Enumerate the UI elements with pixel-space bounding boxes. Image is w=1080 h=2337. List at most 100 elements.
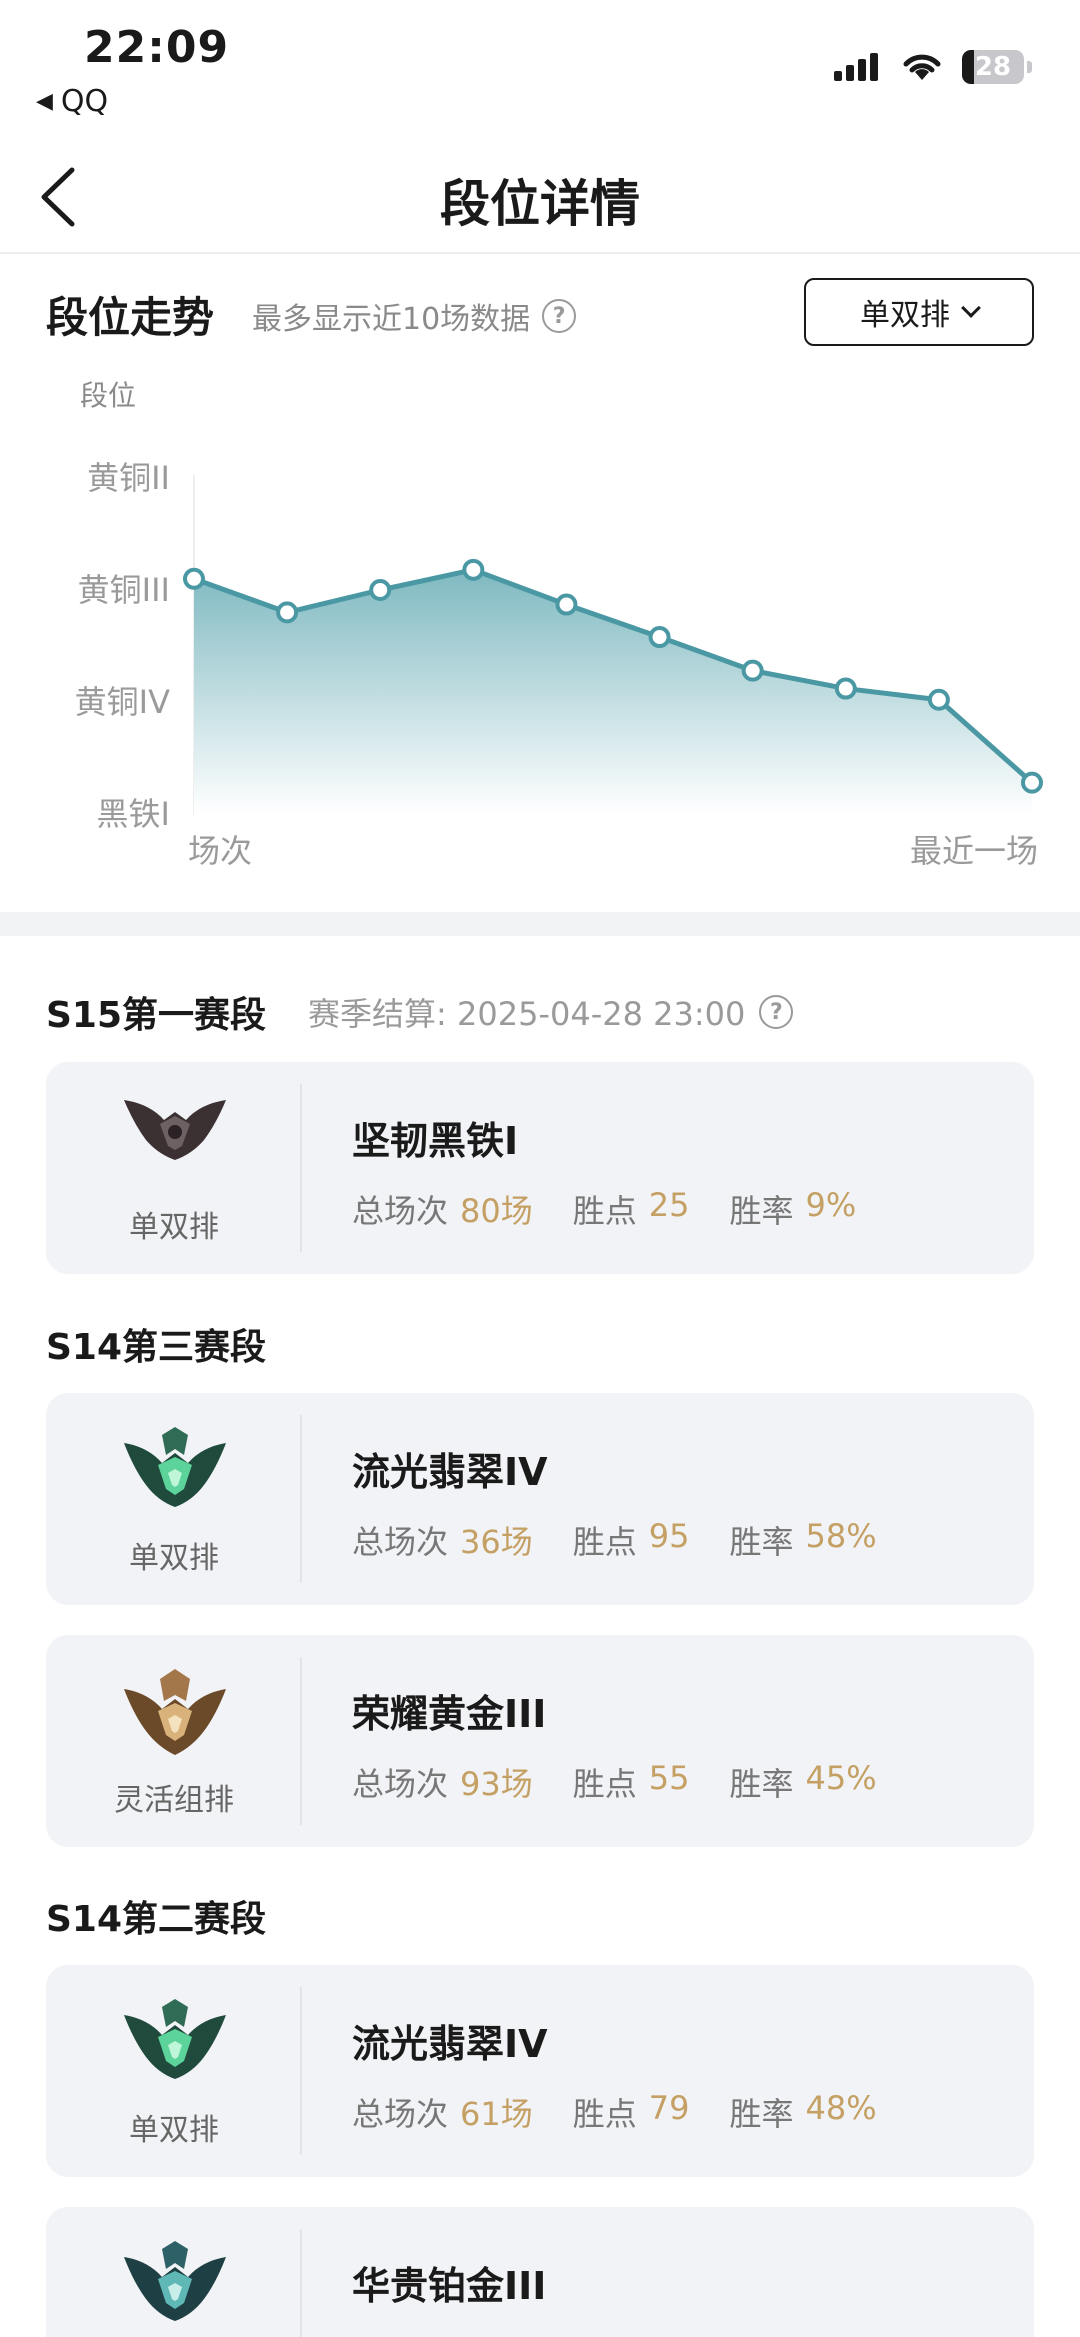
lp-value: 55 bbox=[648, 1759, 690, 1797]
queue-label: 单双排 bbox=[129, 1210, 219, 1245]
card-divider bbox=[300, 1415, 302, 1583]
season-settlement-text: 赛季结算: 2025-04-28 23:00 bbox=[308, 995, 746, 1033]
winrate-value: 9% bbox=[805, 1186, 857, 1224]
lp-label: 胜点 bbox=[572, 2095, 637, 2133]
section-divider bbox=[0, 912, 1080, 936]
card-divider bbox=[300, 2229, 302, 2337]
iron-emblem-icon bbox=[124, 1100, 226, 1160]
rank-card[interactable]: 华贵铂金III bbox=[46, 2207, 1034, 2337]
chart-data-point[interactable] bbox=[462, 558, 485, 581]
winrate-label: 胜率 bbox=[729, 2095, 794, 2133]
lp-label: 胜点 bbox=[572, 1192, 637, 1230]
lp-value: 25 bbox=[648, 1186, 690, 1224]
season-settlement-note: 赛季结算: 2025-04-28 23:00 ? bbox=[308, 989, 794, 1035]
emerald-emblem-icon bbox=[124, 1999, 226, 2079]
rank-stats: 总场次 36场 胜点 95 胜率 58% bbox=[352, 1517, 917, 1563]
nav-bar: 段位详情 bbox=[0, 140, 1080, 254]
games-value: 80场 bbox=[460, 1192, 533, 1230]
rank-trend-chart: 段位 黑铁I 黄铜IV 黄铜III 黄铜II 场次 最近一场 bbox=[75, 379, 1043, 870]
trend-subtitle-text: 最多显示近10场数据 bbox=[252, 302, 531, 337]
emblem-column: 单双排 bbox=[46, 1393, 302, 1605]
status-time: 22:09 bbox=[84, 22, 230, 73]
card-divider bbox=[300, 1084, 302, 1252]
chart-ytick-label: 黄铜III bbox=[78, 571, 170, 609]
rank-name: 华贵铂金III bbox=[352, 2264, 547, 2308]
rank-name: 荣耀黄金III bbox=[352, 1692, 547, 1736]
chart-data-point[interactable] bbox=[183, 567, 205, 590]
help-icon[interactable]: ? bbox=[759, 995, 794, 1029]
emblem-column: 灵活组排 bbox=[46, 1635, 302, 1847]
back-app-label: QQ bbox=[60, 84, 109, 119]
winrate-value: 45% bbox=[805, 1759, 877, 1797]
emblem-column bbox=[46, 2207, 302, 2337]
chart-data-point[interactable] bbox=[369, 579, 392, 601]
season-name: S14第二赛段 bbox=[46, 1899, 267, 1940]
trend-subtitle: 最多显示近10场数据 ? bbox=[252, 294, 577, 338]
rank-card[interactable]: 灵活组排 荣耀黄金III 总场次 93场 胜点 55 胜率 45% bbox=[46, 1635, 1034, 1847]
wifi-icon bbox=[903, 54, 941, 80]
winrate-label: 胜率 bbox=[729, 1523, 794, 1561]
rank-name: 流光翡翠IV bbox=[352, 1450, 548, 1494]
games-label: 总场次 bbox=[352, 1523, 449, 1561]
chart-x-start-label: 场次 bbox=[188, 832, 252, 870]
platinum-emblem-icon bbox=[124, 2241, 226, 2321]
rank-stats: 总场次 61场 胜点 79 胜率 48% bbox=[352, 2089, 917, 2135]
card-divider bbox=[300, 1987, 302, 2155]
chart-data-point[interactable] bbox=[741, 659, 764, 682]
chart-data-point[interactable] bbox=[555, 593, 578, 616]
chart-ytick-label: 黄铜II bbox=[87, 459, 170, 497]
queue-select-label: 单双排 bbox=[860, 298, 950, 333]
season-heading: S14第三赛段 bbox=[46, 1318, 266, 1370]
chart-data-point[interactable] bbox=[276, 601, 299, 624]
status-icons: 28 bbox=[834, 50, 1032, 84]
chart-data-point[interactable] bbox=[834, 677, 857, 700]
rank-card[interactable]: 单双排 流光翡翠IV 总场次 61场 胜点 79 胜率 48% bbox=[46, 1965, 1034, 2177]
trend-title: 段位走势 bbox=[46, 293, 215, 342]
emerald-emblem-icon bbox=[124, 1427, 226, 1507]
gold-emblem-icon bbox=[124, 1669, 226, 1755]
back-to-app-link[interactable]: ◀ QQ bbox=[36, 84, 108, 119]
queue-label: 单双排 bbox=[129, 2113, 219, 2148]
rank-stats: 总场次 80场 胜点 25 胜率 9% bbox=[352, 1186, 896, 1232]
queue-label: 灵活组排 bbox=[114, 1783, 234, 1818]
help-icon[interactable]: ? bbox=[542, 299, 577, 333]
winrate-value: 58% bbox=[805, 1517, 877, 1555]
season-name: S14第三赛段 bbox=[46, 1327, 267, 1368]
winrate-value: 48% bbox=[805, 2089, 877, 2127]
emblem-column: 单双排 bbox=[46, 1062, 302, 1274]
chart-data-point[interactable] bbox=[927, 688, 950, 711]
games-value: 93场 bbox=[460, 1765, 533, 1803]
rank-stats: 总场次 93场 胜点 55 胜率 45% bbox=[352, 1759, 917, 1805]
chart-ytick-label: 黄铜IV bbox=[75, 683, 170, 721]
season-heading: S15第一赛段 赛季结算: 2025-04-28 23:00 ? bbox=[46, 986, 794, 1038]
chart-ylabel: 段位 bbox=[80, 379, 136, 412]
chart-data-point[interactable] bbox=[648, 626, 671, 649]
back-triangle-icon: ◀ bbox=[36, 89, 53, 114]
lp-label: 胜点 bbox=[572, 1765, 637, 1803]
winrate-label: 胜率 bbox=[729, 1765, 794, 1803]
card-divider bbox=[300, 1657, 302, 1825]
chevron-down-icon bbox=[961, 298, 981, 318]
season-heading: S14第二赛段 bbox=[46, 1890, 266, 1942]
rank-card[interactable]: 单双排 流光翡翠IV 总场次 36场 胜点 95 胜率 58% bbox=[46, 1393, 1034, 1605]
games-label: 总场次 bbox=[352, 1192, 449, 1230]
emblem-column: 单双排 bbox=[46, 1965, 302, 2177]
games-label: 总场次 bbox=[352, 2095, 449, 2133]
page-title: 段位详情 bbox=[440, 175, 640, 233]
chart-data-point[interactable] bbox=[1021, 771, 1043, 794]
rank-name: 坚韧黑铁I bbox=[352, 1119, 519, 1163]
battery-icon: 28 bbox=[962, 50, 1032, 84]
status-bar: 22:09 ◀ QQ 28 bbox=[0, 0, 1080, 140]
queue-select-dropdown[interactable]: 单双排 bbox=[804, 278, 1034, 346]
season-name: S15第一赛段 bbox=[46, 995, 267, 1036]
lp-value: 79 bbox=[648, 2089, 690, 2127]
rank-name: 流光翡翠IV bbox=[352, 2022, 548, 2066]
chart-ytick-label: 黑铁I bbox=[97, 795, 170, 833]
games-value: 61场 bbox=[460, 2095, 533, 2133]
lp-label: 胜点 bbox=[572, 1523, 637, 1561]
games-value: 36场 bbox=[460, 1523, 533, 1561]
chart-x-end-label: 最近一场 bbox=[910, 832, 1038, 870]
games-label: 总场次 bbox=[352, 1765, 449, 1803]
rank-card[interactable]: 单双排 坚韧黑铁I 总场次 80场 胜点 25 胜率 9% bbox=[46, 1062, 1034, 1274]
winrate-label: 胜率 bbox=[729, 1192, 794, 1230]
